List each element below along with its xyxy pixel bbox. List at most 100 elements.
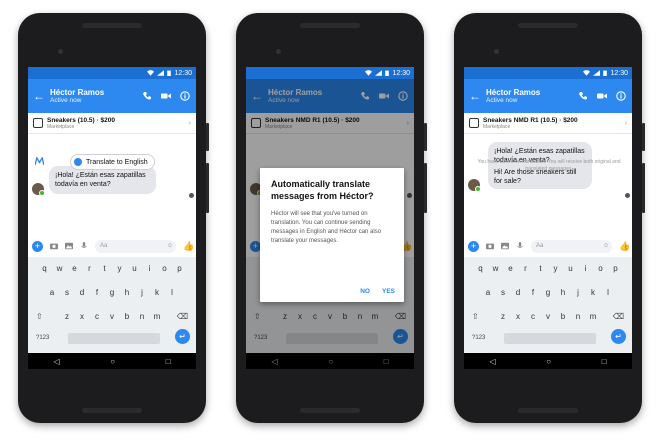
key[interactable]: d xyxy=(75,283,90,302)
contact-header[interactable]: Héctor Ramos Active now xyxy=(50,88,142,104)
info-icon[interactable] xyxy=(616,91,626,101)
nav-recents-icon[interactable]: □ xyxy=(166,357,171,366)
symbols-key[interactable]: ?123 xyxy=(472,335,485,341)
key[interactable]: h xyxy=(120,283,135,302)
key[interactable]: t xyxy=(97,259,112,278)
video-camera-icon[interactable] xyxy=(161,91,171,101)
enter-icon[interactable]: ↵ xyxy=(611,329,626,344)
key[interactable]: x xyxy=(75,307,90,326)
shift-icon[interactable]: ⇧ xyxy=(36,312,43,321)
nav-back-icon[interactable]: ◁ xyxy=(53,357,59,366)
key[interactable]: w xyxy=(52,259,67,278)
key[interactable]: z xyxy=(496,307,511,326)
key[interactable]: y xyxy=(548,259,563,278)
key[interactable]: u xyxy=(563,259,578,278)
plus-icon[interactable]: + xyxy=(468,240,479,252)
key[interactable]: j xyxy=(571,283,586,302)
key[interactable]: h xyxy=(556,283,571,302)
key[interactable]: e xyxy=(67,259,82,278)
key[interactable]: l xyxy=(601,283,616,302)
key[interactable]: a xyxy=(481,283,496,302)
key[interactable]: z xyxy=(60,307,75,326)
nav-home-icon[interactable]: ○ xyxy=(546,357,551,366)
marketplace-listing-bar[interactable]: Sneakers NMD R1 (10.5) · $200 Marketplac… xyxy=(464,113,632,134)
microphone-icon[interactable] xyxy=(80,242,88,250)
key[interactable]: i xyxy=(578,259,593,278)
gallery-icon[interactable] xyxy=(65,242,73,250)
key[interactable]: k xyxy=(150,283,165,302)
key[interactable]: q xyxy=(37,259,52,278)
contact-header[interactable]: Héctor Ramos Active now xyxy=(486,88,578,104)
key[interactable]: e xyxy=(503,259,518,278)
back-arrow-icon[interactable]: ← xyxy=(28,89,50,103)
space-bar[interactable] xyxy=(504,333,596,344)
incoming-message[interactable]: ¡Hola! ¿Están esas zapatillas todavía en… xyxy=(49,166,156,195)
backspace-icon[interactable]: ⌫ xyxy=(177,312,188,321)
space-bar[interactable] xyxy=(68,333,160,344)
nav-back-icon[interactable]: ◁ xyxy=(489,357,495,366)
nav-home-icon[interactable]: ○ xyxy=(110,357,115,366)
dialog-yes-button[interactable]: YES xyxy=(382,288,395,295)
key[interactable]: g xyxy=(105,283,120,302)
key[interactable]: m xyxy=(150,307,165,326)
key[interactable]: g xyxy=(541,283,556,302)
plus-icon[interactable]: + xyxy=(32,240,43,252)
enter-icon[interactable]: ↵ xyxy=(175,329,190,344)
phone-icon[interactable] xyxy=(578,91,588,101)
translate-suggestion-chip[interactable]: Translate to English xyxy=(70,154,155,170)
key[interactable]: u xyxy=(127,259,142,278)
key[interactable]: q xyxy=(473,259,488,278)
key[interactable]: p xyxy=(608,259,623,278)
key[interactable]: i xyxy=(142,259,157,278)
emoji-icon[interactable]: ☺ xyxy=(167,243,173,249)
key[interactable]: v xyxy=(541,307,556,326)
key[interactable]: x xyxy=(511,307,526,326)
key[interactable]: o xyxy=(593,259,608,278)
key[interactable]: o xyxy=(157,259,172,278)
message-input[interactable]: Aa ☺ xyxy=(95,239,176,253)
video-camera-icon[interactable] xyxy=(597,91,607,101)
emoji-icon[interactable]: ☺ xyxy=(603,243,609,249)
key[interactable]: c xyxy=(90,307,105,326)
key[interactable]: t xyxy=(533,259,548,278)
key[interactable]: m xyxy=(586,307,601,326)
thumbs-up-icon[interactable]: 👍 xyxy=(183,241,194,251)
back-arrow-icon[interactable]: ← xyxy=(464,89,486,103)
key[interactable]: f xyxy=(90,283,105,302)
key[interactable]: j xyxy=(135,283,150,302)
key[interactable]: f xyxy=(526,283,541,302)
nav-recents-icon[interactable]: □ xyxy=(602,357,607,366)
dialog-no-button[interactable]: NO xyxy=(360,288,370,295)
signal-icon xyxy=(157,70,165,76)
key[interactable]: s xyxy=(60,283,75,302)
backspace-icon[interactable]: ⌫ xyxy=(613,312,624,321)
key[interactable]: v xyxy=(105,307,120,326)
symbols-key[interactable]: ?123 xyxy=(36,335,49,341)
key[interactable]: c xyxy=(526,307,541,326)
key[interactable]: b xyxy=(556,307,571,326)
seen-indicator xyxy=(189,193,194,198)
shift-icon[interactable]: ⇧ xyxy=(472,312,479,321)
camera-icon[interactable] xyxy=(50,242,58,250)
phone-icon[interactable] xyxy=(142,91,152,101)
camera-icon[interactable] xyxy=(486,242,494,250)
key[interactable]: r xyxy=(82,259,97,278)
key[interactable]: n xyxy=(135,307,150,326)
key[interactable]: l xyxy=(165,283,180,302)
key[interactable]: n xyxy=(571,307,586,326)
key[interactable]: y xyxy=(112,259,127,278)
key[interactable]: r xyxy=(518,259,533,278)
info-icon[interactable] xyxy=(180,91,190,101)
key[interactable]: b xyxy=(120,307,135,326)
marketplace-listing-bar[interactable]: Sneakers (10.5) · $200 Marketplace › xyxy=(28,113,196,134)
key[interactable]: s xyxy=(496,283,511,302)
key[interactable]: p xyxy=(172,259,187,278)
key[interactable]: k xyxy=(586,283,601,302)
key[interactable]: w xyxy=(488,259,503,278)
gallery-icon[interactable] xyxy=(501,242,509,250)
thumbs-up-icon[interactable]: 👍 xyxy=(619,241,630,251)
microphone-icon[interactable] xyxy=(516,242,524,250)
message-input[interactable]: Aa ☺ xyxy=(531,239,612,253)
key[interactable]: d xyxy=(511,283,526,302)
key[interactable]: a xyxy=(45,283,60,302)
